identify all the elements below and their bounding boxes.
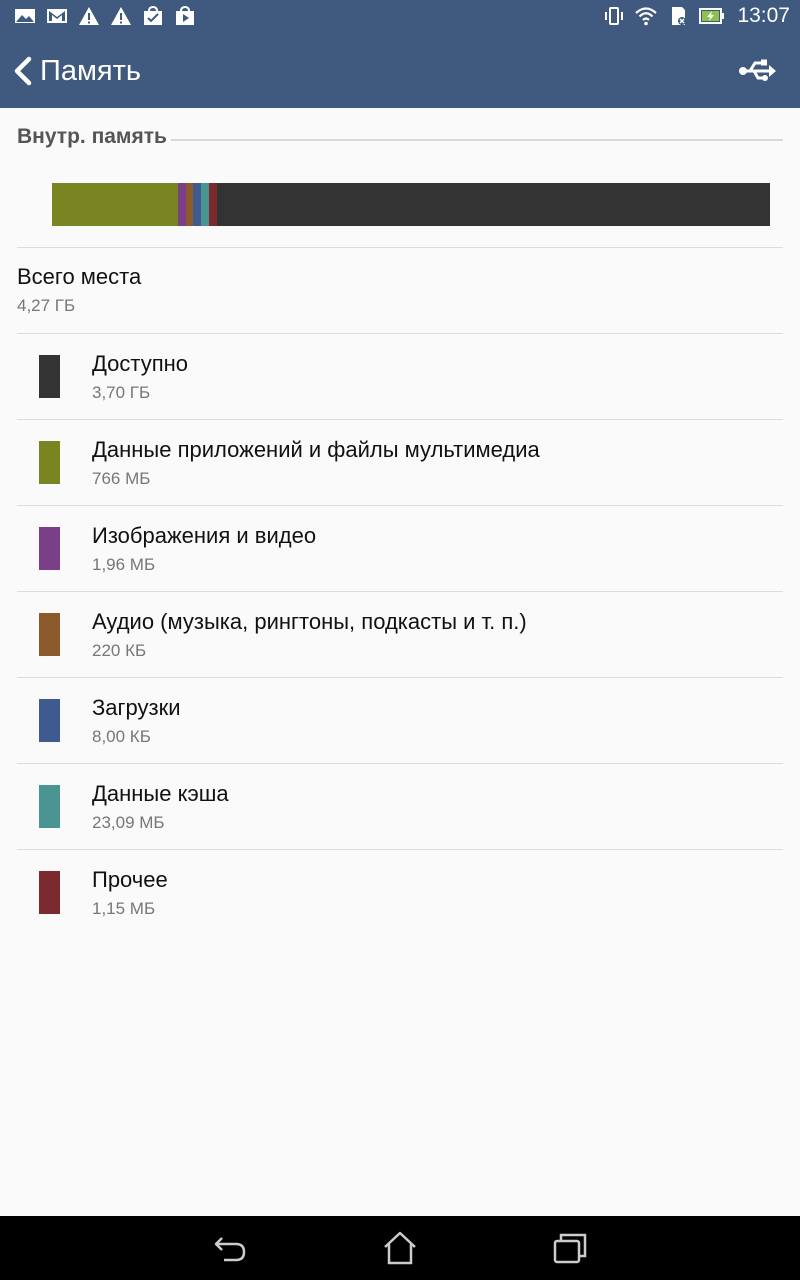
play-store-icon bbox=[176, 5, 194, 25]
usage-bar-segment bbox=[209, 183, 218, 226]
back-icon[interactable] bbox=[212, 1230, 248, 1266]
item-value: 1,96 МБ bbox=[92, 555, 156, 574]
color-swatch bbox=[39, 785, 60, 828]
item-title: Данные приложений и файлы мультимедиа bbox=[92, 437, 540, 462]
section-divider bbox=[170, 139, 783, 141]
clock: 13:07 bbox=[737, 4, 790, 27]
usage-bar-segment bbox=[52, 183, 178, 226]
storage-item-pictures[interactable]: Изображения и видео 1,96 МБ bbox=[17, 506, 783, 592]
notification-icons bbox=[14, 5, 196, 27]
recent-apps-icon[interactable] bbox=[552, 1230, 588, 1266]
warning-icon bbox=[79, 7, 99, 25]
color-swatch bbox=[39, 871, 60, 914]
item-value: 1,15 МБ bbox=[92, 899, 156, 918]
item-title: Аудио (музыка, рингтоны, подкасты и т. п… bbox=[92, 609, 527, 634]
usb-icon[interactable] bbox=[738, 54, 778, 88]
storage-item-apps[interactable]: Данные приложений и файлы мультимедиа 76… bbox=[17, 420, 783, 506]
usage-bar-segment bbox=[193, 183, 202, 226]
battery-charging-icon bbox=[699, 8, 725, 24]
store-bag-icon bbox=[144, 5, 162, 25]
storage-item-cache[interactable]: Данные кэша 23,09 МБ bbox=[17, 764, 783, 850]
item-value: 3,70 ГБ bbox=[92, 383, 151, 402]
item-title: Доступно bbox=[92, 351, 189, 376]
back-button[interactable]: Память bbox=[12, 46, 141, 96]
divider bbox=[17, 247, 783, 248]
total-space-row: Всего места 4,27 ГБ bbox=[17, 262, 783, 332]
item-title: Загрузки bbox=[92, 695, 181, 720]
warning-icon bbox=[111, 7, 131, 25]
vibrate-icon bbox=[605, 7, 624, 25]
item-value: 23,09 МБ bbox=[92, 813, 165, 832]
section-header: Внутр. память bbox=[17, 122, 783, 152]
item-value: 766 МБ bbox=[92, 469, 151, 488]
section-title: Внутр. память bbox=[17, 125, 167, 148]
storage-item-available[interactable]: Доступно 3,70 ГБ bbox=[17, 334, 783, 420]
color-swatch bbox=[39, 527, 60, 570]
color-swatch bbox=[39, 613, 60, 656]
app-bar: Память bbox=[0, 34, 800, 108]
storage-item-audio[interactable]: Аудио (музыка, рингтоны, подкасты и т. п… bbox=[17, 592, 783, 678]
usage-bar-segment bbox=[185, 183, 194, 226]
storage-usage-bar bbox=[52, 183, 770, 226]
color-swatch bbox=[39, 355, 60, 398]
navigation-bar bbox=[0, 1216, 800, 1280]
item-title: Изображения и видео bbox=[92, 523, 317, 548]
gmail-icon bbox=[47, 9, 67, 23]
storage-item-misc[interactable]: Прочее 1,15 МБ bbox=[17, 850, 783, 936]
total-space-value: 4,27 ГБ bbox=[17, 296, 76, 315]
chevron-left-icon bbox=[14, 56, 32, 86]
page-title: Память bbox=[40, 54, 142, 87]
item-title: Данные кэша bbox=[92, 781, 229, 806]
status-bar: 13:07 bbox=[0, 0, 800, 34]
sd-card-icon bbox=[672, 7, 687, 25]
usage-bar-segment bbox=[201, 183, 210, 226]
usage-bar-segment bbox=[177, 183, 186, 226]
total-space-label: Всего места bbox=[17, 264, 142, 289]
item-title: Прочее bbox=[92, 867, 168, 892]
home-icon[interactable] bbox=[382, 1230, 418, 1266]
item-value: 220 КБ bbox=[92, 641, 147, 660]
system-icons: 13:07 bbox=[603, 4, 790, 28]
color-swatch bbox=[39, 441, 60, 484]
wifi-icon bbox=[635, 7, 658, 26]
color-swatch bbox=[39, 699, 60, 742]
storage-item-downloads[interactable]: Загрузки 8,00 КБ bbox=[17, 678, 783, 764]
item-value: 8,00 КБ bbox=[92, 727, 151, 746]
gallery-icon bbox=[15, 9, 35, 23]
